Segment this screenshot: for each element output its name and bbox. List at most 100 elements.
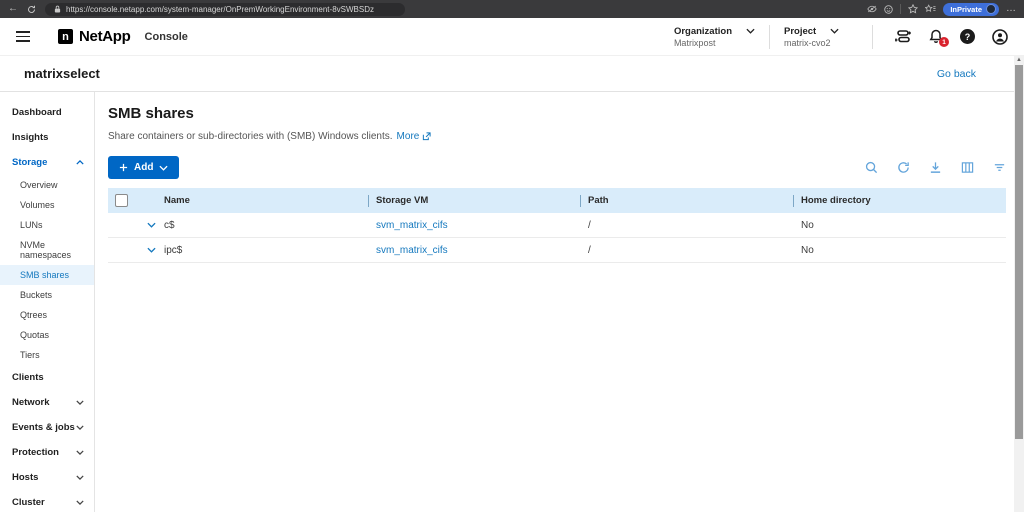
row-expand-chevron-icon[interactable] bbox=[138, 222, 164, 228]
sidebar-nav: Dashboard Insights Storage Overview Volu… bbox=[0, 92, 95, 512]
columns-icon[interactable] bbox=[961, 161, 974, 174]
table-row[interactable]: c$ svm_matrix_cifs / No bbox=[108, 213, 1006, 238]
sidebar-item-label: Events & jobs bbox=[12, 422, 75, 433]
page-description-text: Share containers or sub-directories with… bbox=[108, 131, 393, 142]
chevron-down-icon bbox=[76, 450, 84, 455]
page-title: SMB shares bbox=[108, 105, 194, 122]
sidebar-item-protection[interactable]: Protection bbox=[0, 440, 94, 465]
sidebar-item-events-jobs[interactable]: Events & jobs bbox=[0, 415, 94, 440]
sidebar-item-luns[interactable]: LUNs bbox=[0, 215, 94, 235]
search-icon[interactable] bbox=[865, 161, 878, 174]
connector-icon[interactable] bbox=[895, 29, 912, 44]
storage-vm-link[interactable]: svm_matrix_cifs bbox=[376, 245, 448, 256]
chevron-down-icon bbox=[76, 400, 84, 405]
select-all-checkbox[interactable] bbox=[115, 194, 128, 207]
brand-name: NetApp bbox=[79, 28, 131, 45]
chevron-up-icon bbox=[76, 160, 84, 165]
share-path: / bbox=[588, 219, 591, 231]
browser-chrome: ← https://console.netapp.com/system-mana… bbox=[0, 0, 1024, 18]
organization-label: Organization bbox=[673, 25, 732, 37]
browser-actions: InPrivate … bbox=[867, 2, 1016, 16]
inprivate-badge[interactable]: InPrivate bbox=[943, 2, 999, 16]
filter-icon[interactable] bbox=[993, 161, 1006, 174]
netapp-logo-mark-icon: n bbox=[58, 29, 73, 44]
download-icon[interactable] bbox=[929, 161, 942, 174]
sidebar-item-buckets[interactable]: Buckets bbox=[0, 285, 94, 305]
browser-menu-icon[interactable]: … bbox=[1006, 4, 1016, 14]
column-header-storage-vm[interactable]: Storage VM bbox=[368, 195, 580, 206]
netapp-logo[interactable]: n NetApp bbox=[58, 28, 131, 45]
row-expand-chevron-icon[interactable] bbox=[138, 247, 164, 253]
sidebar-item-clients[interactable]: Clients bbox=[0, 365, 94, 390]
chevron-down-icon bbox=[159, 165, 169, 171]
lock-icon bbox=[54, 0, 61, 18]
url-text: https://console.netapp.com/system-manage… bbox=[66, 4, 374, 14]
sidebar-item-label: Protection bbox=[12, 447, 59, 458]
sidebar-item-hosts[interactable]: Hosts bbox=[0, 465, 94, 490]
help-icon[interactable]: ? bbox=[960, 29, 975, 44]
scrollbar-thumb[interactable] bbox=[1015, 65, 1023, 439]
working-environment-title: matrixselect bbox=[24, 66, 100, 81]
sidebar-item-cluster[interactable]: Cluster bbox=[0, 490, 94, 512]
notifications-bell-icon[interactable]: 1 bbox=[929, 29, 949, 47]
sidebar-item-label: Clients bbox=[12, 372, 44, 383]
account-icon[interactable] bbox=[992, 28, 1008, 45]
column-header-path[interactable]: Path bbox=[580, 195, 793, 206]
smb-shares-table: Name Storage VM Path Home directory c$ s… bbox=[108, 188, 1006, 263]
inprivate-label: InPrivate bbox=[950, 4, 982, 14]
project-value: matrix-cvo2 bbox=[784, 37, 831, 48]
header-divider bbox=[872, 24, 873, 49]
more-link[interactable]: More bbox=[397, 131, 432, 142]
sidebar-item-volumes[interactable]: Volumes bbox=[0, 195, 94, 215]
app-header: n NetApp Console Organization Matrixpost… bbox=[0, 18, 1024, 56]
chevron-down-icon bbox=[830, 28, 839, 34]
sidebar-item-label: Dashboard bbox=[12, 107, 62, 118]
column-header-name[interactable]: Name bbox=[164, 195, 368, 206]
table-row[interactable]: ipc$ svm_matrix_cifs / No bbox=[108, 238, 1006, 263]
organization-picker[interactable]: Organization Matrixpost bbox=[674, 26, 755, 48]
browser-back-icon[interactable]: ← bbox=[8, 4, 18, 14]
chevron-down-icon bbox=[76, 425, 84, 430]
sidebar-item-overview[interactable]: Overview bbox=[0, 175, 94, 195]
chevron-down-icon bbox=[76, 475, 84, 480]
browser-refresh-icon[interactable] bbox=[27, 5, 36, 14]
sidebar-item-insights[interactable]: Insights bbox=[0, 125, 94, 150]
chevron-down-icon bbox=[76, 500, 84, 505]
sidebar-item-smb-shares[interactable]: SMB shares bbox=[0, 265, 94, 285]
go-back-link[interactable]: Go back bbox=[937, 68, 976, 80]
sidebar-item-tiers[interactable]: Tiers bbox=[0, 345, 94, 365]
organization-value: Matrixpost bbox=[673, 37, 716, 48]
scrollbar-up-arrow[interactable]: ▲ bbox=[1014, 57, 1024, 63]
address-bar[interactable]: https://console.netapp.com/system-manage… bbox=[45, 0, 405, 18]
sidebar-item-nvme-namespaces[interactable]: NVMe namespaces bbox=[0, 235, 94, 265]
browser-bar-divider bbox=[900, 4, 902, 14]
hamburger-menu-icon[interactable] bbox=[16, 31, 30, 42]
sidebar-item-storage[interactable]: Storage bbox=[0, 150, 94, 175]
header-divider bbox=[769, 24, 770, 49]
add-button[interactable]: Add bbox=[108, 156, 180, 179]
share-home-directory: No bbox=[801, 219, 814, 231]
sidebar-item-qtrees[interactable]: Qtrees bbox=[0, 305, 94, 325]
sidebar-item-dashboard[interactable]: Dashboard bbox=[0, 100, 94, 125]
sidebar-item-network[interactable]: Network bbox=[0, 390, 94, 415]
project-picker[interactable]: Project matrix-cvo2 bbox=[784, 26, 858, 48]
column-header-home-directory[interactable]: Home directory bbox=[793, 195, 1006, 206]
sidebar-item-quotas[interactable]: Quotas bbox=[0, 325, 94, 345]
plus-icon bbox=[119, 163, 128, 172]
password-eye-off-icon[interactable] bbox=[867, 5, 877, 13]
share-name: c$ bbox=[164, 219, 175, 231]
favorite-star-icon[interactable] bbox=[908, 4, 919, 14]
external-link-icon bbox=[423, 132, 431, 141]
chevron-down-icon bbox=[746, 28, 755, 34]
working-environment-bar: matrixselect Go back bbox=[0, 56, 1024, 92]
refresh-icon[interactable] bbox=[897, 161, 910, 174]
header-right: Organization Matrixpost Project matrix-c… bbox=[674, 24, 1008, 49]
project-label: Project bbox=[784, 25, 817, 37]
storage-vm-link[interactable]: svm_matrix_cifs bbox=[376, 220, 448, 231]
collections-star-icon[interactable] bbox=[925, 4, 936, 14]
sidebar-item-label: Hosts bbox=[12, 472, 39, 483]
page-scrollbar[interactable]: ▲ bbox=[1014, 56, 1024, 512]
feedback-smiley-icon[interactable] bbox=[884, 4, 894, 14]
sidebar-item-label: Cluster bbox=[12, 497, 45, 508]
product-name: Console bbox=[144, 30, 188, 43]
